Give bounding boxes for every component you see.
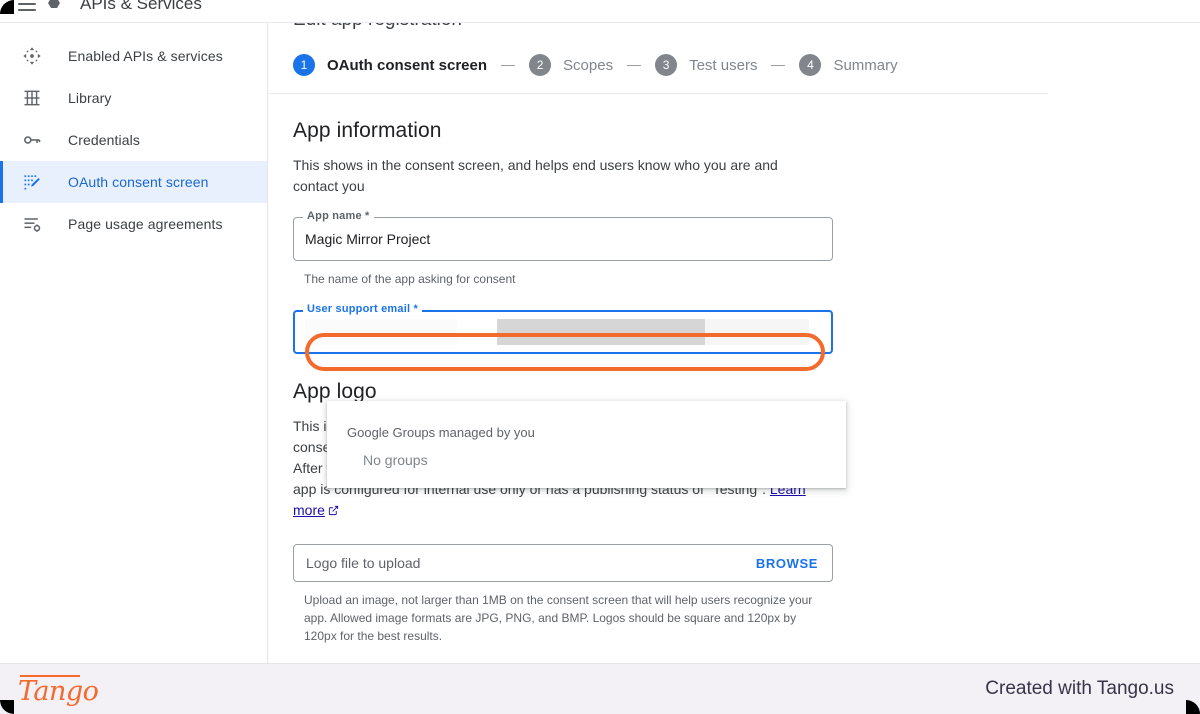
sidebar-item-credentials[interactable]: Credentials (0, 119, 267, 161)
stepper-step-4[interactable]: 4 Summary (799, 54, 898, 76)
sidebar-nav: Enabled APIs & services Library Credenti… (0, 22, 268, 663)
step-label: Scopes (563, 56, 614, 74)
page-usage-agreements-icon (20, 212, 44, 236)
dropdown-group-header: Google Groups managed by you (347, 425, 535, 440)
external-link-icon (328, 501, 339, 522)
logo-upload-placeholder: Logo file to upload (306, 555, 421, 571)
stepper-step-3[interactable]: 3 Test users (655, 54, 757, 76)
user-support-email-dropdown[interactable]: Google Groups managed by you No groups (327, 401, 846, 488)
step-label: OAuth consent screen (327, 56, 488, 74)
stepper-step-1[interactable]: 1 OAuth consent screen (293, 54, 487, 76)
sidebar-item-label: Library (68, 90, 112, 106)
sidebar-item-label: Enabled APIs & services (68, 48, 223, 64)
browse-button[interactable]: BROWSE (756, 556, 818, 571)
user-support-email-redacted-value (305, 319, 809, 345)
header-divider (269, 93, 1048, 94)
app-information-title: App information (293, 119, 442, 142)
app-information-description: This shows in the consent screen, and he… (293, 157, 778, 194)
main-content: Edit app registration 1 OAuth consent sc… (269, 22, 1200, 663)
key-icon (20, 128, 44, 152)
app-name-value: Magic Mirror Project (305, 231, 431, 247)
wizard-stepper: 1 OAuth consent screen 2 Scopes 3 Test u… (293, 45, 898, 85)
tango-footer: Tango Created with Tango.us (0, 663, 1200, 714)
app-topbar: APIs & Services (0, 0, 1200, 22)
step-number: 1 (293, 54, 315, 76)
screenshot-root: APIs & Services Enabled APIs & services (0, 0, 1200, 714)
stepper-step-2[interactable]: 2 Scopes (529, 54, 613, 76)
sidebar-item-label: Page usage agreements (68, 216, 223, 232)
sidebar-item-label: OAuth consent screen (68, 174, 209, 190)
app-information-form: App information This shows in the consen… (293, 119, 853, 645)
step-divider (627, 64, 642, 66)
step-number: 3 (655, 54, 678, 76)
sidebar-item-enabled-apis[interactable]: Enabled APIs & services (0, 35, 267, 77)
hamburger-menu-icon[interactable] (18, 0, 36, 11)
logo-upload-help: Upload an image, not larger than 1MB on … (304, 593, 813, 643)
step-label: Summary (833, 56, 898, 74)
app-name-help: The name of the app asking for consent (304, 272, 516, 286)
tango-logo: Tango (18, 672, 99, 707)
topbar-title: APIs & Services (80, 0, 202, 13)
consent-screen-icon (20, 170, 44, 194)
dashboard-apis-icon (20, 44, 44, 68)
sidebar-item-page-usage-agreements[interactable]: Page usage agreements (0, 203, 267, 245)
step-divider (501, 64, 516, 66)
step-label: Test users (689, 56, 758, 74)
page-title: Edit app registration (293, 23, 462, 31)
user-support-email-label: User support email * (303, 303, 422, 315)
created-with-tango-label: Created with Tango.us (985, 678, 1174, 699)
step-divider (771, 64, 786, 66)
google-cloud-icon (46, 0, 64, 12)
logo-upload-field[interactable]: Logo file to upload BROWSE (293, 544, 833, 582)
sidebar-item-label: Credentials (68, 132, 140, 148)
sidebar-item-oauth-consent-screen[interactable]: OAuth consent screen (0, 161, 267, 203)
step-number: 4 (799, 54, 822, 76)
library-columns-icon (20, 86, 44, 110)
step-number: 2 (529, 54, 552, 76)
dropdown-empty-item: No groups (363, 452, 428, 468)
app-name-field[interactable]: App name * Magic Mirror Project (293, 210, 833, 261)
sidebar-item-library[interactable]: Library (0, 77, 267, 119)
user-support-email-field[interactable]: User support email * (293, 303, 833, 354)
